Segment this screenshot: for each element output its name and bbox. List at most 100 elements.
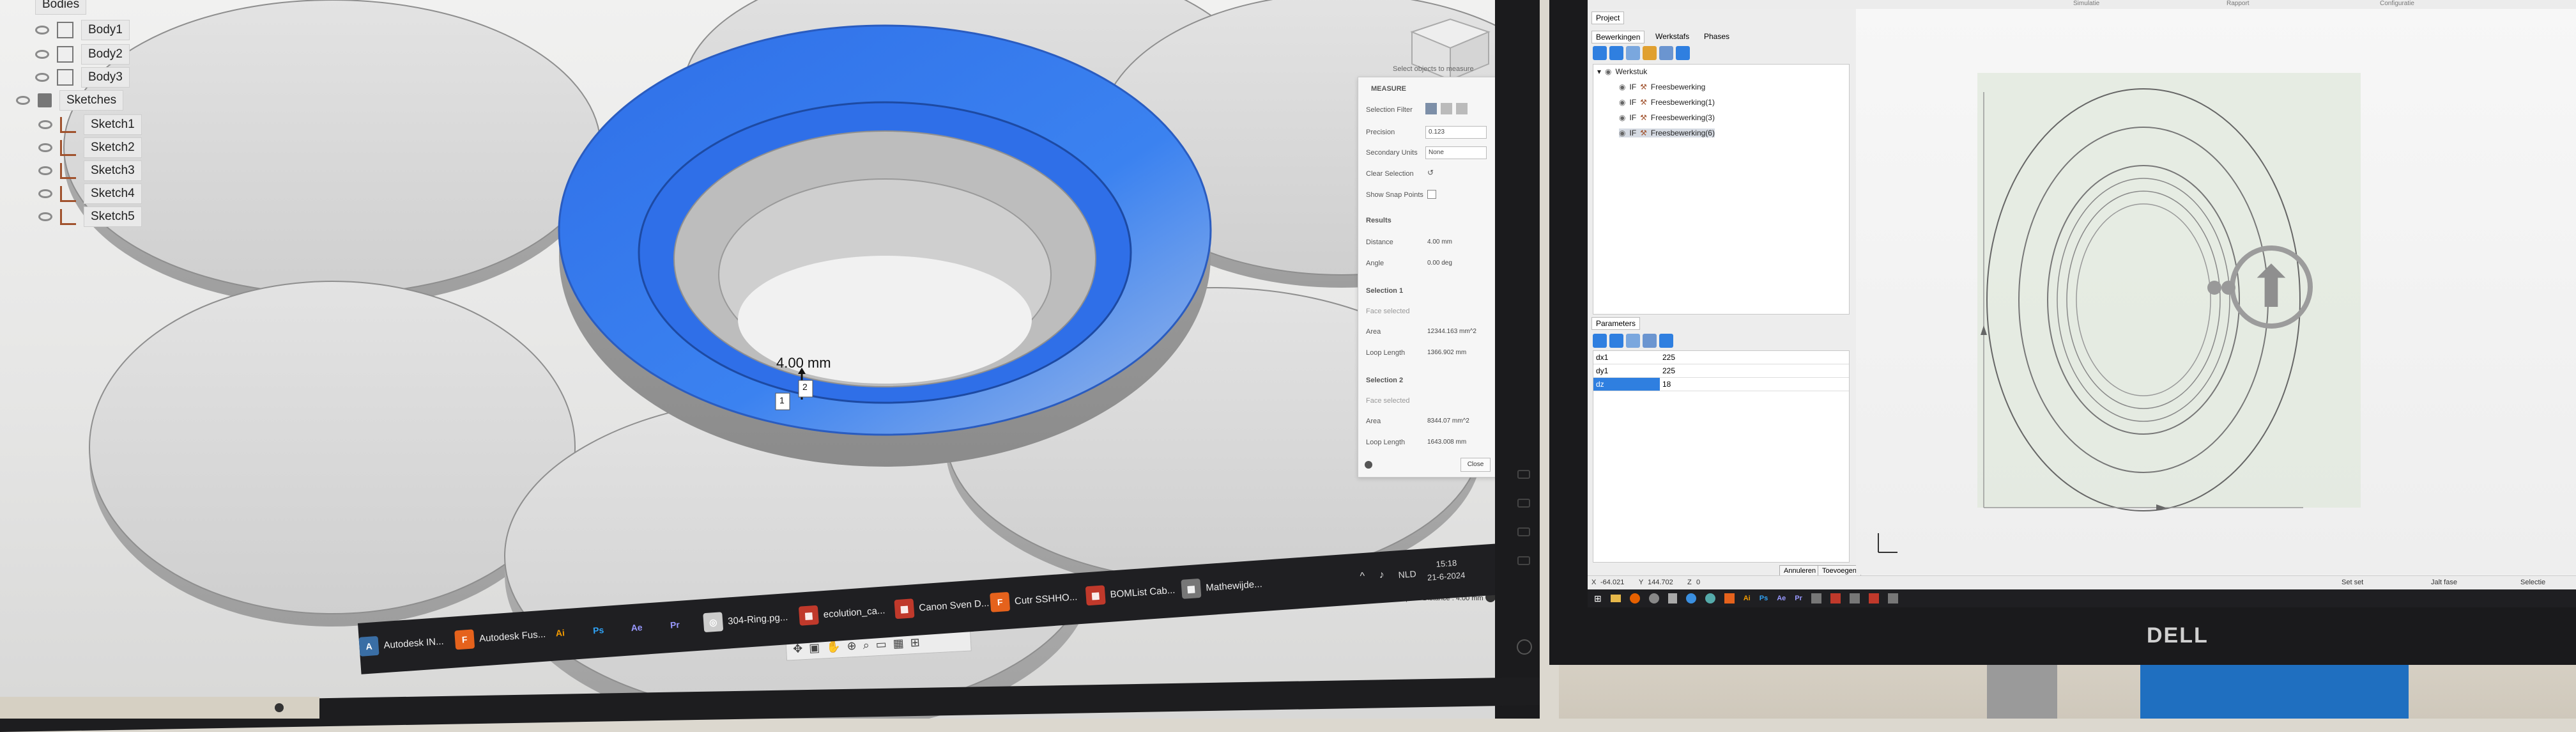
tray-date[interactable]: 21-6-2024	[1427, 570, 1466, 582]
eye-icon[interactable]	[16, 96, 30, 105]
eye-icon[interactable]: ◉	[1619, 128, 1625, 137]
tree-item[interactable]: ◉ IF ⚒ Freesbewerking(1)	[1619, 98, 1715, 107]
app-icon[interactable]	[1811, 593, 1821, 604]
eye-icon[interactable]	[35, 26, 49, 35]
camera-icon[interactable]	[1648, 593, 1659, 604]
param-value[interactable]: 225	[1662, 366, 1675, 375]
fusion-icon[interactable]	[1724, 593, 1735, 604]
fit-icon[interactable]: ⌕	[862, 638, 870, 651]
tray-chevron-icon[interactable]: ^	[1360, 571, 1365, 582]
eye-icon[interactable]	[38, 212, 52, 221]
expand-icon[interactable]: ▾	[1597, 67, 1601, 76]
app-icon[interactable]	[1849, 593, 1860, 604]
tree-row-sketch-5[interactable]: Sketch5	[38, 206, 142, 228]
rotate-icon[interactable]	[2207, 281, 2221, 295]
close-button[interactable]: Close	[1460, 458, 1491, 472]
taskbar-app[interactable]: Pr	[664, 614, 690, 635]
tree-row-body-1[interactable]: Body1	[35, 19, 130, 41]
info-icon[interactable]	[1365, 461, 1372, 469]
taskbar-app[interactable]: F Autodesk Fus...	[454, 625, 546, 650]
taskbar-app[interactable]: ▦ BOMList Cab...	[1085, 580, 1176, 606]
edge-filter-icon[interactable]	[1441, 103, 1452, 114]
edge-icon[interactable]	[1705, 593, 1715, 604]
eye-icon[interactable]: ◉	[1605, 67, 1611, 76]
eye-icon[interactable]	[35, 73, 49, 82]
app-icon[interactable]	[1868, 593, 1879, 604]
taskbar-app[interactable]: ▦ Canon Sven D...	[894, 593, 990, 619]
app-icon[interactable]	[1887, 593, 1898, 604]
taskbar-app[interactable]: Ae	[627, 617, 652, 638]
viewports-icon[interactable]: ⊞	[910, 635, 920, 650]
photoshop-icon[interactable]: Ps	[1759, 595, 1768, 602]
body-filter-icon[interactable]	[1456, 103, 1468, 114]
secondary-units-select[interactable]: None	[1425, 146, 1487, 159]
display-settings-icon[interactable]: ▭	[875, 637, 887, 651]
param-value[interactable]: 225	[1662, 353, 1675, 362]
tool-icon[interactable]	[1643, 46, 1657, 60]
tray-lang[interactable]: NLD	[1398, 568, 1416, 580]
menu-rapport[interactable]: Rapport	[2227, 0, 2250, 7]
illustrator-icon[interactable]: Ai	[1744, 595, 1751, 602]
face-filter-icon[interactable]	[1425, 103, 1437, 114]
move-up-icon[interactable]	[1593, 46, 1607, 60]
tab-bewerkingen[interactable]: Bewerkingen	[1591, 31, 1645, 43]
power-button[interactable]	[1517, 639, 1532, 655]
move-down-icon[interactable]	[1609, 46, 1623, 60]
status-set[interactable]: Set set	[2342, 579, 2363, 586]
param-down-icon[interactable]	[1609, 334, 1623, 348]
eye-icon[interactable]	[38, 189, 52, 198]
precision-select[interactable]: 0.123	[1425, 126, 1487, 139]
zoom-icon[interactable]: ⊕	[847, 639, 857, 653]
param-row[interactable]: dz 18	[1593, 378, 1849, 391]
menu-simulatie[interactable]: Simulatie	[2073, 0, 2099, 7]
rotate-icon[interactable]	[2221, 281, 2235, 295]
tree-row-sketch-3[interactable]: Sketch3	[38, 160, 142, 182]
show-snap-points-checkbox[interactable]	[1427, 190, 1436, 199]
tree-item[interactable]: ◉ IF ⚒ Freesbewerking(6)	[1619, 128, 1715, 137]
tree-root[interactable]: ▾ ◉ Werkstuk	[1597, 67, 1647, 76]
folder-icon[interactable]	[1610, 595, 1621, 602]
param-link-icon[interactable]	[1643, 334, 1657, 348]
param-delete-icon[interactable]	[1659, 334, 1673, 348]
selection1-header[interactable]: Selection 1	[1366, 287, 1403, 295]
app-icon[interactable]	[1830, 593, 1841, 604]
monitor-button[interactable]	[1517, 470, 1530, 479]
eye-icon[interactable]	[38, 120, 52, 129]
selection2-header[interactable]: Selection 2	[1366, 377, 1403, 384]
delete-icon[interactable]	[1676, 46, 1690, 60]
firefox-icon[interactable]	[1629, 593, 1640, 604]
tray-time[interactable]: 15:18	[1436, 558, 1457, 569]
taskbar-app[interactable]: Ps	[588, 619, 614, 641]
tree-row-sketch-2[interactable]: Sketch2	[38, 137, 142, 159]
taskbar-app[interactable]: ▦ ecolution_ca...	[798, 600, 885, 626]
edit-icon[interactable]	[1626, 46, 1640, 60]
taskbar-app[interactable]: F Cutr SSHHO...	[990, 587, 1078, 612]
eye-icon[interactable]	[38, 143, 52, 152]
link-icon[interactable]	[1659, 46, 1673, 60]
tree-row-body-2[interactable]: Body2	[35, 43, 130, 65]
bodies-folder[interactable]: Bodies	[35, 0, 87, 15]
grid-icon[interactable]: ▦	[893, 636, 904, 650]
tab-werkstafs[interactable]: Werkstafs	[1652, 31, 1693, 42]
tab-parameters[interactable]: Parameters	[1591, 317, 1641, 330]
status-selectie[interactable]: Selectie	[2520, 579, 2545, 586]
tree-row-sketches-folder[interactable]: Sketches	[16, 90, 124, 111]
tree-row-body-3[interactable]: Body3	[35, 66, 130, 88]
cam-viewport[interactable]: ⬆	[1856, 9, 2576, 575]
param-edit-icon[interactable]	[1626, 334, 1640, 348]
tree-item[interactable]: ◉ IF ⚒ Freesbewerking	[1619, 82, 1705, 91]
eye-icon[interactable]: ◉	[1619, 113, 1625, 122]
status-fase[interactable]: Jalt fase	[2431, 579, 2457, 586]
tab-phases[interactable]: Phases	[1700, 31, 1733, 42]
results-header[interactable]: Results	[1366, 217, 1392, 224]
param-value[interactable]: 18	[1662, 380, 1671, 389]
taskbar-app[interactable]: ▦ Mathewijde...	[1181, 574, 1262, 599]
speaker-icon[interactable]: ♪	[1379, 570, 1384, 582]
eye-icon[interactable]: ◉	[1619, 82, 1625, 91]
after-effects-icon[interactable]: Ae	[1777, 595, 1786, 602]
tab-project[interactable]: Project	[1591, 12, 1625, 24]
calculator-icon[interactable]	[1667, 593, 1677, 604]
monitor-button[interactable]	[1517, 527, 1530, 536]
eye-icon[interactable]	[35, 50, 49, 59]
tree-row-sketch-1[interactable]: Sketch1	[38, 114, 142, 136]
